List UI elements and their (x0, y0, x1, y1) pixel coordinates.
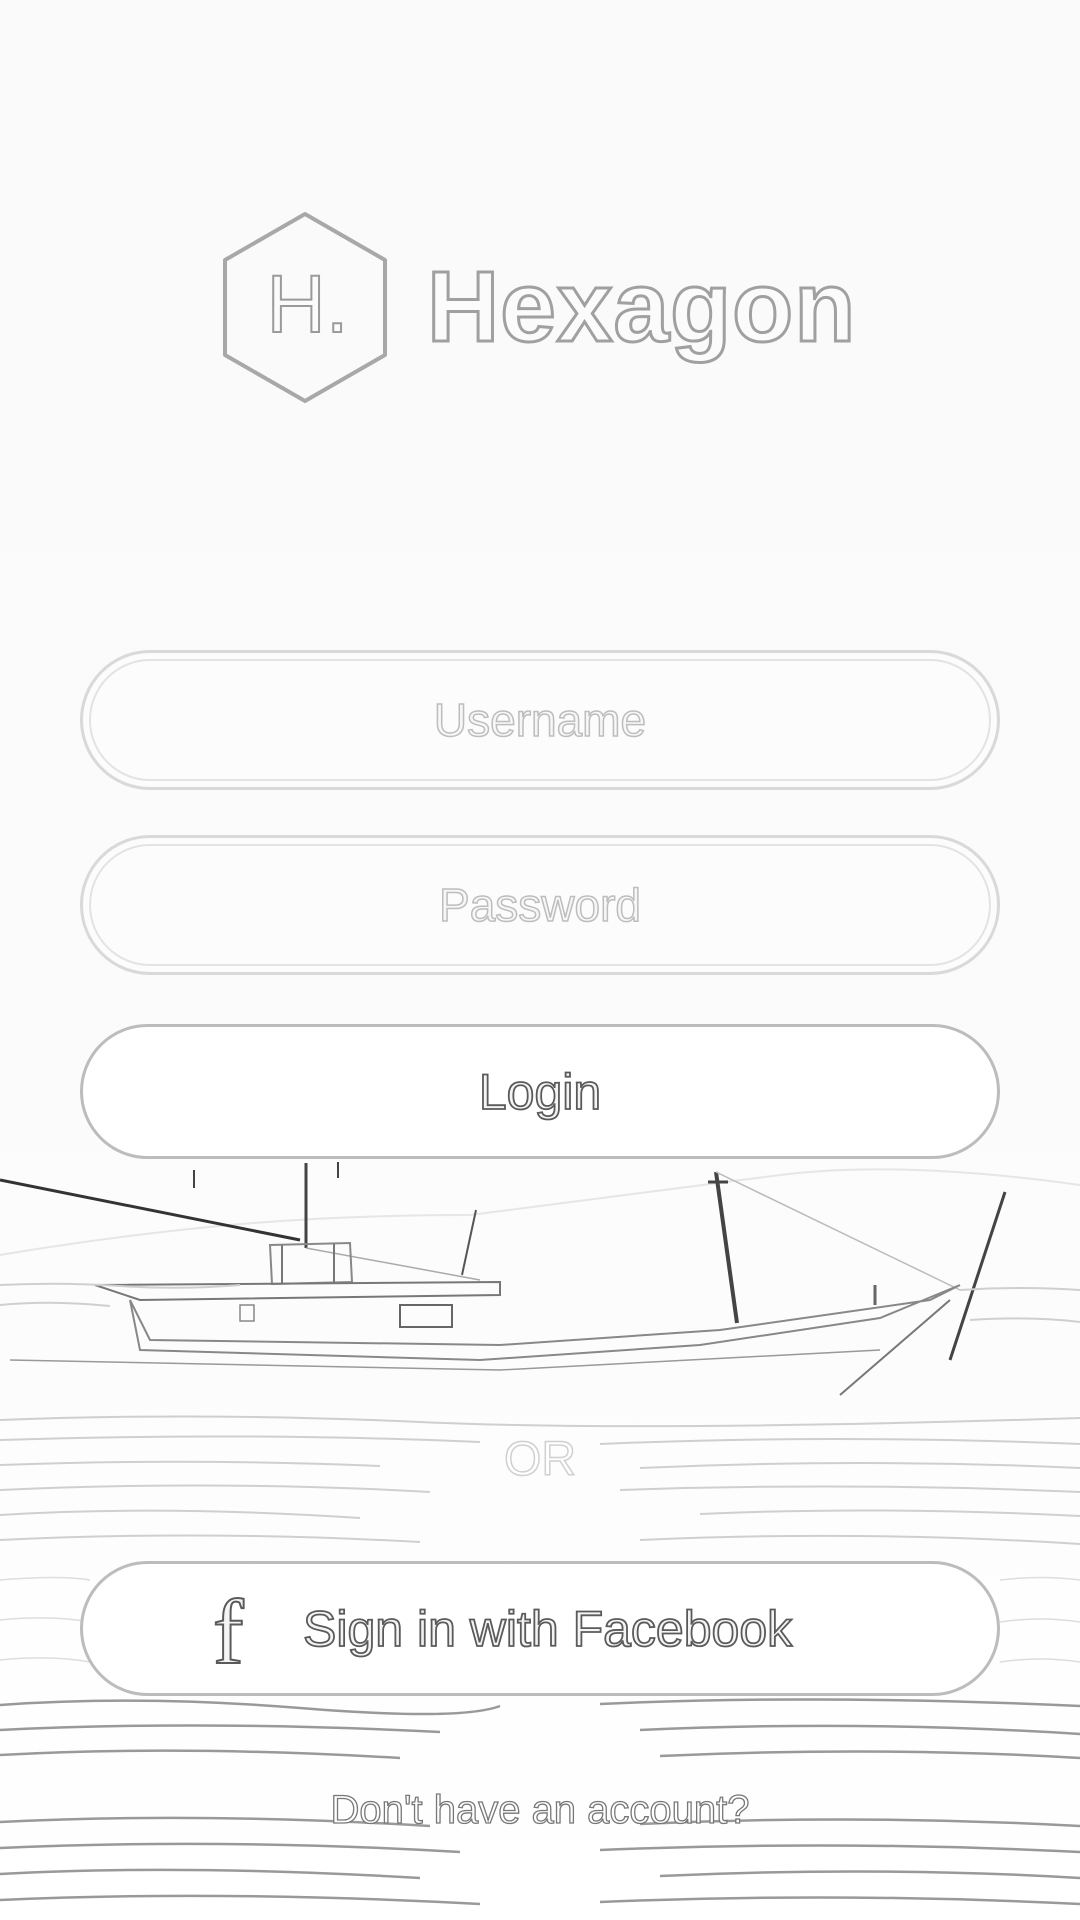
username-field[interactable] (80, 650, 1000, 790)
facebook-signin-button[interactable]: f Sign in with Facebook (80, 1561, 1000, 1696)
password-field[interactable] (80, 835, 1000, 975)
password-input[interactable] (83, 837, 997, 973)
login-button[interactable]: Login (80, 1024, 1000, 1159)
logo-letter: H. (266, 259, 350, 351)
login-button-label: Login (478, 1063, 602, 1121)
app-logo: H. Hexagon (215, 210, 865, 405)
signup-link[interactable]: Don't have an account? (0, 1787, 1080, 1833)
facebook-button-label: Sign in with Facebook (302, 1600, 793, 1658)
app-title: Hexagon (425, 251, 857, 364)
or-separator: OR (503, 1432, 577, 1487)
username-input[interactable] (83, 652, 997, 788)
facebook-icon: f (212, 1581, 245, 1683)
login-screen: H. Hexagon Login OR f Sign in with Faceb… (0, 0, 1080, 1920)
